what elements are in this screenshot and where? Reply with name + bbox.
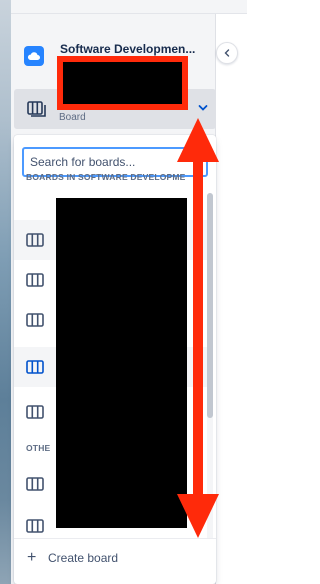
collapse-sidebar-button[interactable] xyxy=(216,42,238,64)
desktop-background xyxy=(0,0,11,584)
board-type-label: Board xyxy=(59,112,86,123)
chevron-down-icon xyxy=(198,105,208,111)
board-icon xyxy=(27,101,46,117)
board-icon xyxy=(26,273,44,287)
project-avatar-cloud-icon xyxy=(24,46,44,66)
board-icon xyxy=(26,519,44,533)
chevron-left-icon xyxy=(224,49,230,57)
redacted-board-names xyxy=(56,198,187,528)
plus-icon: + xyxy=(27,549,37,566)
board-icon xyxy=(26,405,44,419)
board-icon xyxy=(26,360,44,374)
board-icon xyxy=(26,313,44,327)
top-bar xyxy=(11,0,247,14)
redacted-board-name xyxy=(57,56,188,110)
create-board-label: Create board xyxy=(48,551,119,565)
create-board-button[interactable]: + Create board xyxy=(14,538,216,579)
project-name: Software Developmen... xyxy=(60,42,196,56)
board-icon xyxy=(26,477,44,491)
double-arrow-annotation-icon xyxy=(177,118,219,538)
board-icon xyxy=(26,233,44,247)
